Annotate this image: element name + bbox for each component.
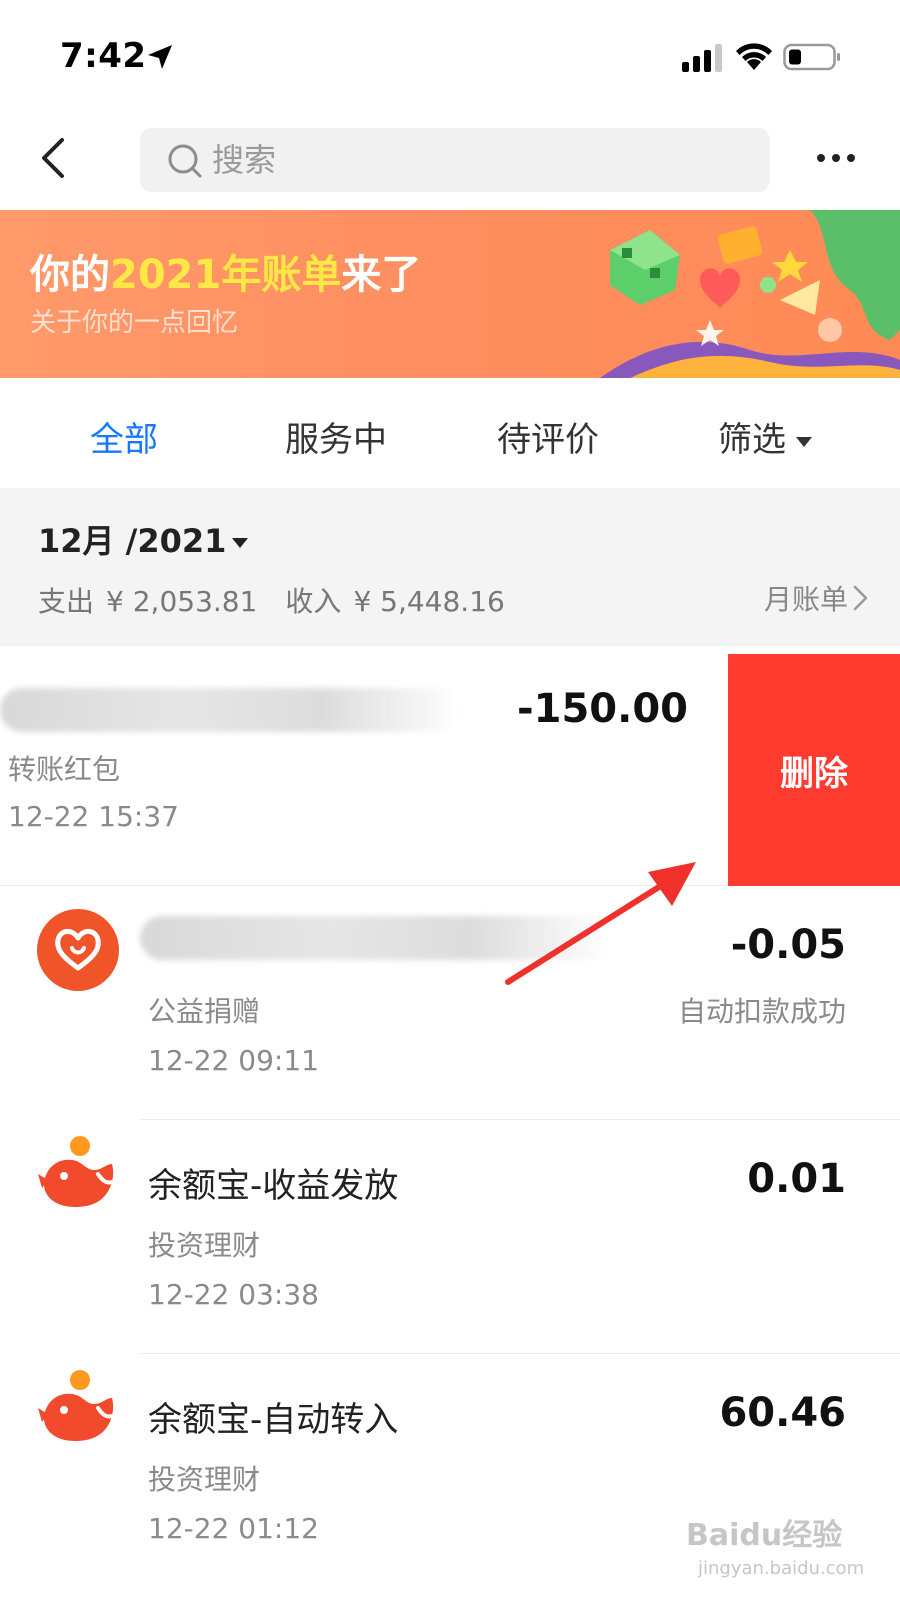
cellular-signal-icon bbox=[682, 44, 722, 72]
transaction-category: 投资理财 bbox=[148, 1229, 261, 1262]
transaction-row[interactable]: -0.05 公益捐赠 自动扣款成功 12-22 09:11 bbox=[0, 886, 900, 1120]
swiped-row-content: 转账红包 12-22 15:37 -150.00 bbox=[0, 650, 720, 886]
caret-down-icon bbox=[796, 436, 812, 447]
transaction-amount: -0.05 bbox=[730, 922, 846, 968]
month-summary: 12月 /2021 支出 ¥ 2,053.81 收入 ¥ 5,448.16 月账单 bbox=[0, 488, 900, 646]
banner-title-prefix: 你的 bbox=[30, 252, 110, 298]
filter-tabs: 全部 服务中 待评价 筛选 bbox=[0, 378, 900, 488]
yuebao-icon bbox=[38, 1136, 114, 1208]
expense-value: ¥ 2,053.81 bbox=[106, 585, 258, 618]
expense-income-summary: 支出 ¥ 2,053.81 收入 ¥ 5,448.16 bbox=[38, 580, 533, 620]
transaction-time: 12-22 03:38 bbox=[148, 1278, 319, 1311]
wifi-icon bbox=[736, 43, 772, 70]
annual-bill-banner[interactable]: 你的2021年账单来了 关于你的一点回忆 bbox=[0, 210, 900, 378]
blurred-title bbox=[140, 916, 610, 960]
search-icon bbox=[168, 144, 202, 178]
expense-label: 支出 bbox=[38, 585, 95, 618]
status-bar: 7:42 bbox=[0, 0, 900, 110]
banner-title: 你的2021年账单来了 bbox=[30, 242, 421, 300]
transaction-time: 12-22 01:12 bbox=[148, 1512, 319, 1545]
more-options-icon[interactable] bbox=[816, 150, 856, 166]
yuebao-icon bbox=[38, 1370, 114, 1442]
transaction-time: 12-22 09:11 bbox=[148, 1044, 319, 1077]
transaction-time: 12-22 15:37 bbox=[8, 800, 179, 833]
tab-pending-review[interactable]: 待评价 bbox=[497, 412, 599, 461]
tab-filter[interactable]: 筛选 bbox=[718, 412, 812, 461]
caret-down-icon bbox=[232, 538, 249, 548]
delete-button[interactable]: 删除 bbox=[728, 654, 900, 886]
transaction-category: 投资理财 bbox=[148, 1463, 261, 1496]
transaction-title: 余额宝-自动转入 bbox=[148, 1400, 399, 1440]
blurred-title bbox=[0, 688, 460, 732]
search-placeholder: 搜索 bbox=[212, 141, 277, 179]
transaction-row[interactable]: 余额宝-自动转入 60.46 投资理财 12-22 01:12 bbox=[0, 1354, 900, 1588]
charity-heart-icon bbox=[37, 909, 119, 991]
transaction-category: 转账红包 bbox=[8, 753, 121, 786]
transaction-amount: 60.46 bbox=[719, 1390, 846, 1436]
tab-in-service[interactable]: 服务中 bbox=[285, 412, 387, 461]
month-selector[interactable]: 12月 /2021 bbox=[38, 516, 249, 562]
transaction-row[interactable]: 余额宝-收益发放 0.01 投资理财 12-22 03:38 bbox=[0, 1120, 900, 1354]
chevron-right-icon bbox=[853, 585, 868, 611]
location-arrow-icon bbox=[148, 45, 172, 69]
status-time: 7:42 bbox=[60, 36, 147, 76]
income-value: ¥ 5,448.16 bbox=[353, 585, 505, 618]
tab-all[interactable]: 全部 bbox=[90, 412, 158, 461]
transaction-amount: 0.01 bbox=[747, 1156, 846, 1202]
back-arrow-icon[interactable] bbox=[34, 134, 74, 182]
banner-subtitle: 关于你的一点回忆 bbox=[30, 308, 239, 338]
monthly-bill-link[interactable]: 月账单 bbox=[764, 578, 848, 618]
month-label: 12月 /2021 bbox=[38, 522, 227, 560]
transaction-title: 余额宝-收益发放 bbox=[148, 1166, 399, 1206]
transaction-amount: -150.00 bbox=[517, 686, 688, 732]
banner-illustration bbox=[600, 210, 900, 378]
battery-icon bbox=[783, 43, 840, 71]
tab-filter-label: 筛选 bbox=[718, 420, 786, 460]
banner-title-suffix: 来了 bbox=[341, 252, 422, 298]
transaction-row-swiped[interactable]: 转账红包 12-22 15:37 -150.00 删除 bbox=[0, 650, 900, 886]
banner-title-highlight: 2021年账单 bbox=[110, 252, 342, 298]
transaction-category: 公益捐赠 bbox=[148, 995, 261, 1028]
transaction-status: 自动扣款成功 bbox=[677, 995, 846, 1028]
nav-bar: 搜索 bbox=[0, 110, 900, 208]
income-label: 收入 bbox=[285, 585, 342, 618]
search-input[interactable]: 搜索 bbox=[140, 128, 770, 192]
